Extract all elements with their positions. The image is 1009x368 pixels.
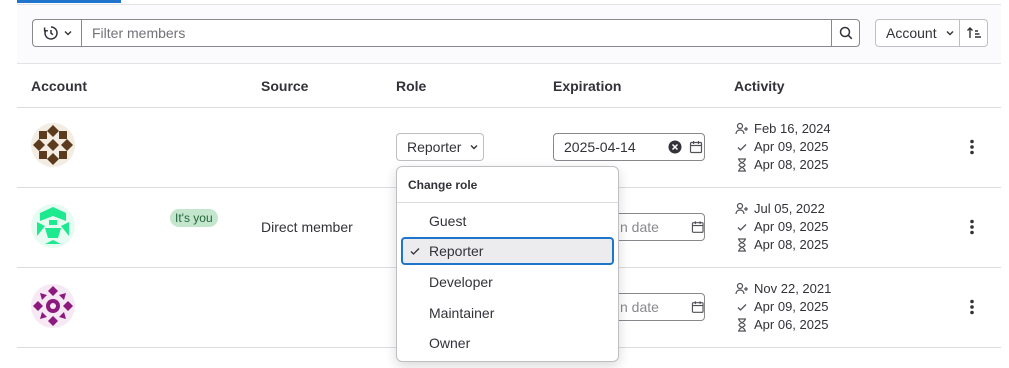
sort-direction-button[interactable] [959, 19, 988, 47]
role-option-label: Guest [429, 213, 467, 229]
ellipsis-v-icon [970, 299, 974, 315]
last-activity-date: Apr 09, 2025 [754, 299, 829, 314]
history-icon [43, 26, 58, 40]
search-icon [839, 26, 852, 40]
user-add-icon [734, 121, 750, 137]
joined-date: Nov 22, 2021 [754, 281, 832, 296]
sort-ascending-icon [966, 27, 981, 38]
row-actions-button[interactable] [962, 137, 982, 157]
expiration-date-input[interactable]: 2025-04-14 [553, 133, 705, 161]
last-activity-date: Apr 09, 2025 [754, 139, 829, 154]
joined-date: Feb 16, 2024 [754, 121, 831, 136]
access-granted-date: Apr 08, 2025 [754, 237, 829, 252]
check-icon [734, 219, 750, 235]
header-activity: Activity [734, 78, 785, 94]
check-icon [734, 299, 750, 315]
header-source: Source [261, 78, 309, 94]
role-option-label: Owner [429, 335, 471, 351]
calendar-icon [691, 301, 704, 313]
its-you-badge: It's you [170, 209, 218, 227]
filter-bar: Filter members Account [17, 5, 1001, 64]
hourglass-icon [734, 317, 750, 333]
header-divider [17, 107, 1001, 108]
role-label: Reporter [407, 139, 462, 155]
role-option-reporter[interactable]: Reporter [401, 237, 614, 265]
activity-cell: Feb 16, 2024 Apr 09, 2025 Apr 08, 2025 [734, 120, 831, 174]
change-role-dropdown: Change role Guest Reporter Developer Mai… [396, 166, 619, 362]
ellipsis-v-icon [970, 139, 974, 155]
recent-searches-button[interactable] [32, 19, 82, 47]
role-option-maintainer[interactable]: Maintainer [401, 299, 614, 327]
expiration-placeholder: n date [620, 299, 659, 315]
ellipsis-v-icon [970, 219, 974, 235]
header-expiration: Expiration [553, 78, 622, 94]
joined-date: Jul 05, 2022 [754, 201, 825, 216]
sort-by-dropdown[interactable]: Account [875, 19, 960, 47]
calendar-icon [689, 141, 703, 154]
header-account[interactable]: Account [31, 78, 87, 94]
role-option-owner[interactable]: Owner [401, 329, 614, 357]
activity-cell: Nov 22, 2021 Apr 09, 2025 Apr 06, 2025 [734, 280, 831, 334]
clear-icon[interactable] [668, 140, 682, 154]
role-option-guest[interactable]: Guest [401, 207, 614, 235]
filter-placeholder: Filter members [92, 25, 186, 41]
avatar[interactable] [31, 123, 75, 167]
calendar-icon [691, 221, 704, 233]
access-granted-date: Apr 08, 2025 [754, 157, 829, 172]
hourglass-icon [734, 157, 750, 173]
expiration-value: 2025-04-14 [564, 139, 636, 155]
role-option-label: Reporter [429, 243, 484, 259]
activity-cell: Jul 05, 2022 Apr 09, 2025 Apr 08, 2025 [734, 200, 828, 254]
chevron-down-icon [470, 145, 478, 150]
hourglass-icon [734, 237, 750, 253]
role-option-developer[interactable]: Developer [401, 268, 614, 296]
active-tab-indicator [17, 0, 121, 3]
access-granted-date: Apr 06, 2025 [754, 317, 829, 332]
role-dropdown-button[interactable]: Reporter [396, 133, 484, 161]
user-add-icon [734, 281, 750, 297]
header-role: Role [396, 78, 427, 94]
last-activity-date: Apr 09, 2025 [754, 219, 829, 234]
check-icon [734, 139, 750, 155]
expiration-placeholder: n date [620, 219, 659, 235]
chevron-down-icon [64, 31, 71, 36]
row-actions-button[interactable] [962, 297, 982, 317]
avatar[interactable] [31, 204, 75, 248]
chevron-down-icon [946, 31, 954, 36]
role-option-label: Maintainer [429, 305, 495, 321]
filter-members-input[interactable]: Filter members [81, 19, 832, 47]
user-add-icon [734, 201, 750, 217]
sort-by-label: Account [886, 25, 937, 41]
search-button[interactable] [831, 19, 860, 47]
avatar[interactable] [31, 284, 75, 328]
role-option-label: Developer [429, 274, 493, 290]
dropdown-header: Change role [397, 167, 618, 203]
source-label: Direct member [261, 219, 353, 235]
row-actions-button[interactable] [962, 217, 982, 237]
check-icon [410, 248, 420, 255]
